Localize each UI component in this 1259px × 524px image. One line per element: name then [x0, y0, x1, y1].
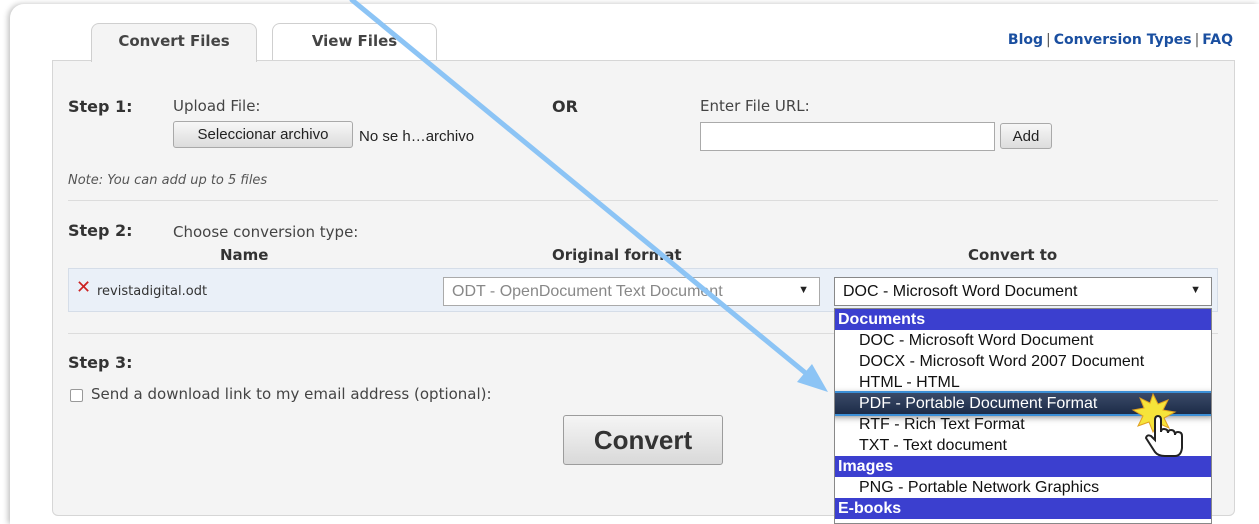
hand-pointer-icon — [1131, 392, 1183, 457]
link-separator: | — [1194, 32, 1200, 48]
conversion-type-label: Choose conversion type: — [173, 223, 359, 241]
or-separator: OR — [552, 97, 578, 116]
row-file-name: revistadigital.odt — [97, 284, 208, 299]
email-link-checkbox[interactable] — [70, 389, 83, 402]
add-url-button[interactable]: Add — [1000, 123, 1052, 149]
dropdown-option-png[interactable]: PNG - Portable Network Graphics — [835, 477, 1211, 498]
file-url-input[interactable] — [700, 122, 995, 151]
add-url-button-label: Add — [1012, 127, 1040, 145]
triangle-down-icon: ▼ — [1190, 284, 1201, 296]
dropdown-group-ebooks: E-books — [835, 498, 1211, 519]
dropdown-group-documents: Documents — [835, 309, 1211, 330]
conversion-types-link[interactable]: Conversion Types — [1054, 32, 1192, 48]
remove-file-icon[interactable]: ✕ — [76, 277, 91, 298]
convert-to-value: DOC - Microsoft Word Document — [843, 282, 1078, 300]
step2-label: Step 2: — [68, 221, 133, 240]
blog-link[interactable]: Blog — [1008, 32, 1043, 48]
divider — [68, 200, 1218, 201]
convert-button[interactable]: Convert — [563, 415, 723, 465]
faq-link[interactable]: FAQ — [1202, 32, 1233, 48]
tab-view-files-label: View Files — [311, 32, 398, 50]
choose-file-button-label: Seleccionar archivo — [197, 126, 329, 143]
tab-convert-files-label: Convert Files — [118, 32, 230, 50]
column-header-convert-to: Convert to — [968, 246, 1058, 264]
column-header-original-format: Original format — [552, 246, 682, 264]
tab-view-files[interactable]: View Files — [272, 23, 437, 61]
tab-convert-files[interactable]: Convert Files — [91, 23, 257, 62]
file-url-label: Enter File URL: — [700, 97, 810, 115]
dropdown-option-doc[interactable]: DOC - Microsoft Word Document — [835, 330, 1211, 351]
dropdown-option-docx[interactable]: DOCX - Microsoft Word 2007 Document — [835, 351, 1211, 372]
selected-file-name: No se h…archivo — [359, 128, 475, 145]
step3-label: Step 3: — [68, 353, 133, 372]
email-option-label: Send a download link to my email address… — [91, 385, 492, 403]
convert-button-label: Convert — [593, 424, 693, 455]
step1-label: Step 1: — [68, 97, 133, 116]
top-links: Blog | Conversion Types | FAQ — [1008, 32, 1233, 48]
upload-file-label: Upload File: — [173, 97, 261, 115]
choose-file-button[interactable]: Seleccionar archivo — [173, 121, 353, 148]
convert-to-select[interactable]: DOC - Microsoft Word Document ▼ — [834, 277, 1212, 306]
upload-note: Note: You can add up to 5 files — [68, 173, 268, 188]
link-separator: | — [1046, 32, 1051, 48]
column-header-name: Name — [220, 246, 269, 264]
triangle-down-icon: ▼ — [798, 284, 809, 296]
original-format-select[interactable]: ODT - OpenDocument Text Document ▼ — [443, 277, 820, 306]
original-format-value: ODT - OpenDocument Text Document — [452, 282, 723, 300]
